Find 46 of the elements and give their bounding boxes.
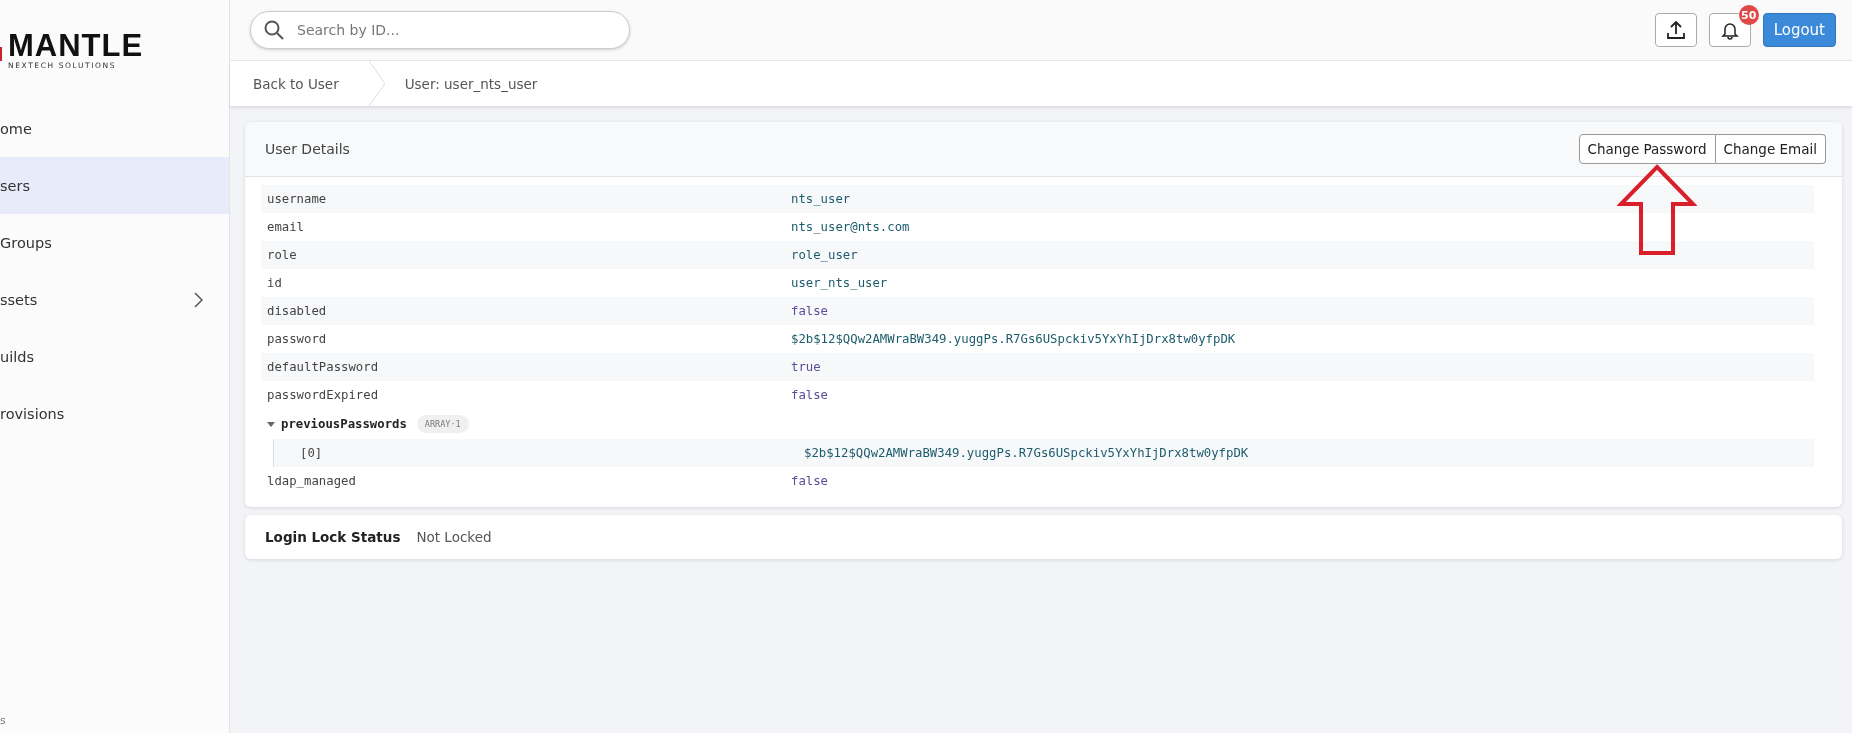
sidebar-item[interactable]: ssets [0, 271, 229, 328]
sidebar-footer-text: s [0, 714, 7, 727]
field-key: role [261, 248, 791, 262]
logo-name: MANTLE [8, 30, 144, 61]
card-title: User Details [265, 141, 350, 157]
lock-status-label: Login Lock Status [265, 529, 401, 545]
action-button[interactable]: Change Email [1715, 134, 1826, 164]
collapse-toggle-icon[interactable] [267, 420, 275, 428]
field-value: true [791, 360, 822, 374]
field-key: disabled [261, 304, 791, 318]
sidebar-item[interactable]: sers [0, 157, 229, 214]
field-value: false [791, 474, 830, 488]
chevron-right-icon [194, 291, 203, 308]
field-key: id [261, 276, 791, 290]
action-button[interactable]: Change Password [1578, 134, 1716, 164]
field-value: role_user [791, 248, 859, 262]
sidebar-item[interactable]: rovisions [0, 385, 229, 442]
field-value: nts_user [791, 192, 852, 206]
sidebar-item[interactable]: uilds [0, 328, 229, 385]
field-value: $2b$12$QQw2AMWraBW349.yuggPs.R7Gs6USpckiv5YxYhIjDrx8tw0yfpDK [804, 446, 1250, 460]
search-field[interactable]: Search by ID... [250, 11, 630, 49]
search-icon [264, 20, 284, 40]
field-key: [0] [290, 446, 804, 460]
field-key: password [261, 332, 791, 346]
logout-button[interactable]: Logout [1762, 13, 1836, 47]
lock-status-value: Not Locked [416, 529, 492, 545]
field-key: ldap_managed [261, 474, 791, 488]
breadcrumb-link[interactable]: Back to User [230, 61, 369, 106]
upload-button[interactable] [1654, 13, 1697, 47]
field-value: nts_user@nts.com [791, 220, 911, 234]
field-key: username [261, 192, 791, 206]
field-value: $2b$12$QQw2AMWraBW349.yuggPs.R7Gs6USpckiv5YxYhIjDrx8tw0yfpDK [791, 332, 1237, 346]
array-count-badge: ARRAY·1 [416, 415, 469, 433]
sidebar-item[interactable]: Groups [0, 214, 229, 271]
field-value: false [791, 304, 830, 318]
sidebar-item[interactable]: ome [0, 100, 229, 157]
field-key: passwordExpired [261, 388, 791, 402]
field-key: defaultPassword [261, 360, 791, 374]
field-value: user_nts_user [791, 276, 889, 290]
field-key: email [261, 220, 791, 234]
breadcrumb-link[interactable]: User: user_nts_user [384, 61, 568, 106]
array-key: previousPasswords [281, 417, 407, 431]
bell-icon [1719, 20, 1740, 40]
field-value: false [791, 388, 830, 402]
upload-icon [1665, 20, 1686, 40]
notification-count-badge: 50 [1738, 5, 1759, 25]
